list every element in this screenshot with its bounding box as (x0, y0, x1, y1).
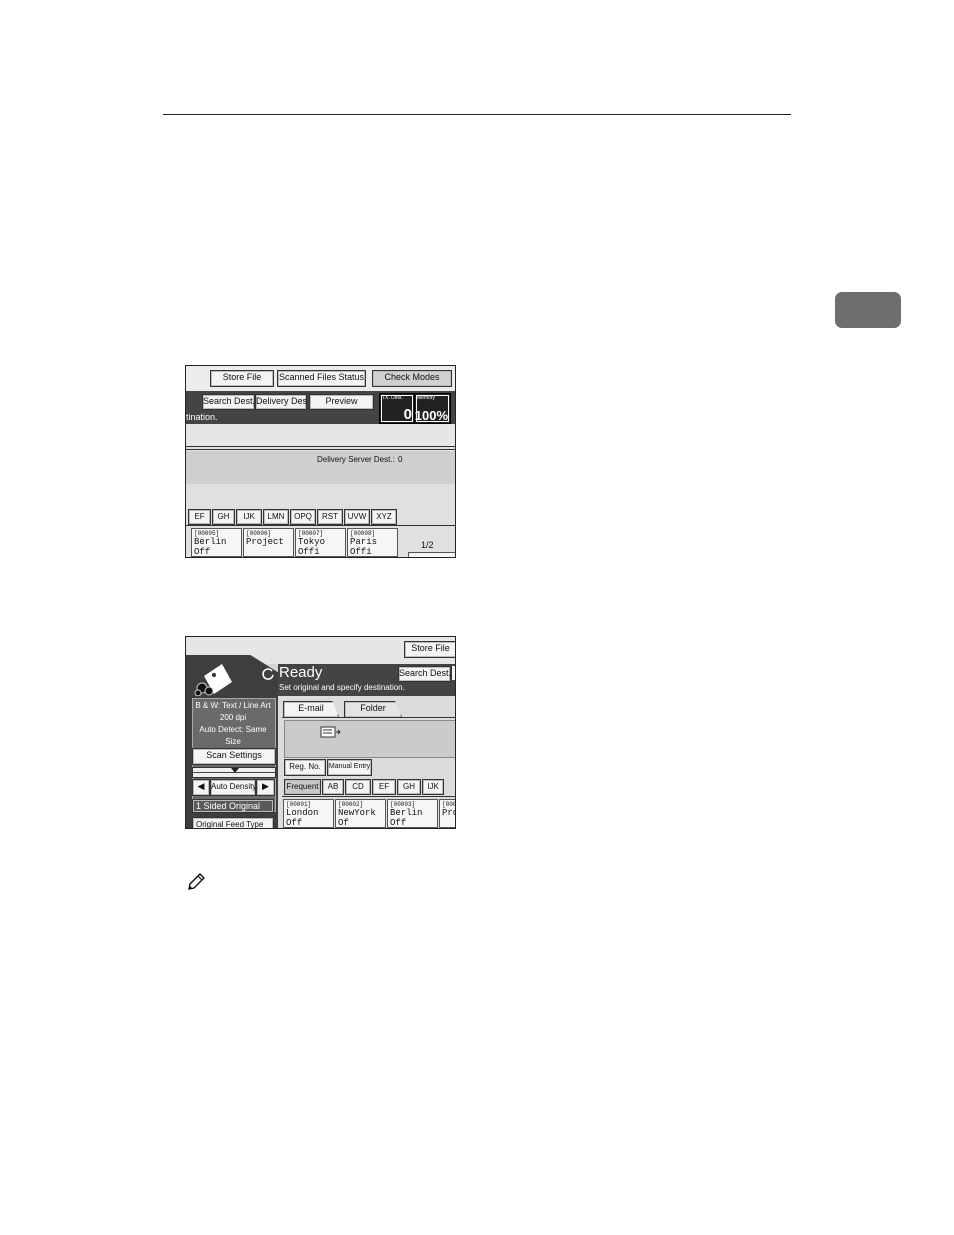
destination-button[interactable]: [00005]Berlin Office (191, 528, 242, 557)
destination-button[interactable]: [00003]Berlin Office (387, 799, 438, 828)
destination-name: Paris Offi (350, 537, 378, 557)
scanned-files-status-button[interactable]: Scanned Files Status (277, 370, 366, 387)
s1-index-tab-xyz[interactable]: XYZ (371, 509, 397, 525)
refresh-icon (262, 668, 274, 680)
email-destination-icon (320, 726, 341, 738)
check-modes-button[interactable]: Check Modes (372, 370, 452, 387)
scan-mode-line: Auto Detect: Same Size (199, 725, 267, 746)
density-slider[interactable] (192, 767, 276, 778)
s1-index-tab-ef[interactable]: EF (188, 509, 211, 525)
destination-name: Pro (442, 808, 455, 818)
search-dest-button[interactable]: Search Dest. (202, 394, 255, 410)
header-rule (163, 114, 791, 115)
destination-name: Tokyo Offi (298, 537, 326, 557)
delivery-server-dest-count: 0 (398, 455, 403, 464)
tab-folder[interactable]: Folder (344, 701, 402, 717)
destination-number: [00004] (442, 801, 455, 808)
s1-index-tab-uvw[interactable]: UVW (344, 509, 370, 525)
destination-number: [00006] (246, 530, 272, 537)
destination-number: [00002] (338, 801, 364, 808)
density-decrease-button[interactable]: ◀ (192, 779, 210, 796)
pencil-note-icon (188, 873, 205, 890)
destination-number: [00001] (286, 801, 312, 808)
status-message-2: Set original and specify destination. (279, 683, 405, 692)
right-arrow-icon: ▶ (262, 781, 269, 791)
page-indicator: 1/2 (421, 540, 434, 550)
s2-index-tab-frequent[interactable]: Frequent (284, 779, 321, 795)
status-title: Ready (279, 664, 323, 681)
s1-index-tab-gh[interactable]: GH (212, 509, 235, 525)
chapter-tab (835, 292, 901, 328)
destination-button[interactable]: [00006] Project (243, 528, 294, 557)
scan-mode-line: B & W: Text / Line Art (195, 701, 271, 710)
destination-number: [00005] (194, 530, 220, 537)
scan-mode-line: 200 dpi (219, 713, 247, 722)
screen-scanner-ready: Store File Ready Set original and specif… (185, 636, 456, 829)
s2-index-tab-ef[interactable]: EF (372, 779, 396, 795)
tx-dest-counter: TX. Dest. 0 (379, 393, 415, 424)
s1-index-tab-opq[interactable]: OPQ (290, 509, 316, 525)
search-dest-button-2[interactable]: Search Dest. (398, 666, 451, 682)
s1-index-tab-lmn[interactable]: LMN (263, 509, 289, 525)
scan-settings-button[interactable]: Scan Settings (192, 748, 276, 765)
original-feed-type-button[interactable]: Original Feed Type (192, 817, 274, 828)
one-sided-original-button[interactable]: 1 Sided Original (192, 799, 274, 813)
destination-name: Project (246, 537, 284, 547)
destination-name: Berlin Off (194, 537, 227, 557)
s2-index-tab-gh[interactable]: GH (397, 779, 421, 795)
destination-name: London Off (286, 808, 319, 828)
destination-number: [00007] (298, 530, 324, 537)
left-arrow-icon: ◀ (197, 781, 205, 791)
preview-button[interactable]: Preview (309, 394, 374, 410)
reg-no-button[interactable]: Reg. No. (284, 759, 326, 776)
s2-index-tab-ijk[interactable]: IJK (422, 779, 444, 795)
destination-button[interactable]: [00001]London Office (283, 799, 334, 828)
tab-email[interactable]: E-mail (283, 701, 339, 717)
memory-counter: Memory 100% (414, 393, 451, 424)
density-increase-button[interactable]: ▶ (256, 779, 275, 796)
store-file-button[interactable]: Store File (210, 370, 274, 387)
destination-button[interactable]: [00002]NewYork Office (335, 799, 386, 828)
destination-name: Berlin Off (390, 808, 423, 828)
s2-index-tab-ab[interactable]: AB (322, 779, 344, 795)
scanner-logo-icon (194, 664, 232, 696)
destination-number: [00008] (350, 530, 376, 537)
status-message: tination. (186, 412, 218, 422)
s2-index-tab-cd[interactable]: CD (345, 779, 371, 795)
manual-entry-button[interactable]: Manual Entry (327, 759, 372, 776)
destination-button[interactable]: [00007]Tokyo Office (295, 528, 346, 557)
destination-button[interactable]: [00008]Paris Office (347, 528, 398, 557)
screen-delivery-destinations: Store File Scanned Files Status Check Mo… (185, 365, 456, 558)
s1-index-tab-ijk[interactable]: IJK (236, 509, 262, 525)
s1-index-tab-rst[interactable]: RST (317, 509, 343, 525)
delivery-dest-button[interactable]: Delivery Dest. (255, 394, 307, 410)
auto-density-button[interactable]: Auto Density (210, 779, 256, 796)
store-file-button-2[interactable]: Store File (404, 641, 455, 658)
destination-button[interactable]: [00004]Pro (439, 799, 455, 828)
destination-name: NewYork Of (338, 808, 376, 828)
destination-number: [00003] (390, 801, 416, 808)
delivery-server-dest-label: Delivery Server Dest.: (317, 455, 395, 464)
